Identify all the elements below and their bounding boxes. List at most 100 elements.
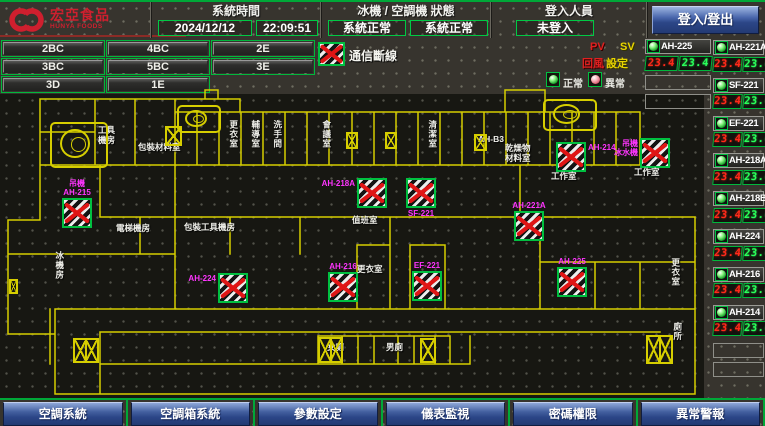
equipment-name: AH-216 xyxy=(729,269,760,280)
comm-fail-device-icon xyxy=(328,272,358,302)
equipment-name: AH-214 xyxy=(729,307,760,318)
nav-cell: 密碼權限 xyxy=(510,400,638,426)
comm-fail-device-icon xyxy=(218,273,248,303)
scada-screen: 宏亞食品 HUNYA FOODS 系統時間 2024/12/12 22:09:5… xyxy=(0,0,765,426)
led-glyph xyxy=(717,81,726,90)
equipment-row-SF-221[interactable]: SF-221 xyxy=(713,78,764,93)
equipment-values: 23.423.4 xyxy=(713,170,764,185)
nav-cell: 空調箱系統 xyxy=(128,400,256,426)
device-label: AH-214 xyxy=(588,143,616,152)
device-SF-221[interactable]: SF-221 xyxy=(406,178,436,208)
equipment-row-AH-214[interactable]: AH-214 xyxy=(713,305,764,320)
device-AH-218A[interactable]: AH-218A xyxy=(357,178,387,208)
equipment-row-AH-221A[interactable]: AH-221A xyxy=(713,40,764,55)
nav-button-儀表監視[interactable]: 儀表監視 xyxy=(386,402,506,426)
bottom-nav: 空調系統空調箱系統參數設定儀表監視密碼權限異常警報 xyxy=(0,398,765,426)
device-label: AH-225 xyxy=(558,257,586,266)
pv-value: 23.4 xyxy=(712,170,743,185)
equipment-values: 23.423.4 xyxy=(713,94,764,109)
equipment-name: SF-221 xyxy=(729,80,758,91)
equipment-empty-slot xyxy=(645,94,711,109)
comm-fail-device-icon xyxy=(556,142,586,172)
led-glyph xyxy=(717,156,726,165)
nav-button-密碼權限[interactable]: 密碼權限 xyxy=(513,402,633,426)
comm-fail-device-icon xyxy=(557,267,587,297)
equipment-name: AH-224 xyxy=(729,231,760,242)
led-glyph xyxy=(717,194,726,203)
device-AH-225[interactable]: AH-225 xyxy=(557,267,587,297)
device-冰水機[interactable]: 吊機冰水機 xyxy=(640,138,670,168)
equipment-row-AH-225[interactable]: AH-225 xyxy=(645,39,711,54)
device-label: AH-221A xyxy=(512,201,545,210)
equipment-values: 23.423.4 xyxy=(713,283,764,298)
sv-value: 23.4 xyxy=(743,170,765,185)
equipment-row-EF-221[interactable]: EF-221 xyxy=(713,116,764,131)
nav-cell: 儀表監視 xyxy=(383,400,511,426)
pv-value: 23.4 xyxy=(644,56,678,71)
equipment-led xyxy=(715,79,728,92)
pv-value: 23.4 xyxy=(712,132,743,147)
comm-fail-device-icon xyxy=(357,178,387,208)
equipment-led xyxy=(715,154,728,167)
pv-value: 23.4 xyxy=(712,246,743,261)
equipment-row-AH-218B[interactable]: AH-218B xyxy=(713,191,764,206)
led-glyph xyxy=(717,119,726,128)
equipment-row-AH-218A[interactable]: AH-218A xyxy=(713,153,764,168)
equipment-led xyxy=(715,41,728,54)
equipment-row-AH-224[interactable]: AH-224 xyxy=(713,229,764,244)
led-glyph xyxy=(717,308,726,317)
nav-button-異常警報[interactable]: 異常警報 xyxy=(641,402,761,426)
equipment-name: AH-221A xyxy=(729,42,765,53)
equipment-values: 23.423.4 xyxy=(713,246,764,261)
equipment-empty-slot xyxy=(713,343,764,358)
equipment-led xyxy=(647,40,660,53)
pv-value: 23.4 xyxy=(712,94,743,109)
sv-value: 23.4 xyxy=(743,208,765,223)
device-AH-216[interactable]: AH-216 xyxy=(328,272,358,302)
comm-fail-device-icon xyxy=(406,178,436,208)
equipment-values: 23.423.4 xyxy=(713,132,764,147)
comm-fail-device-icon xyxy=(514,211,544,241)
device-AH-221A[interactable]: AH-221A xyxy=(514,211,544,241)
device-AH-214[interactable]: AH-214 xyxy=(556,142,586,172)
comm-fail-device-icon xyxy=(62,198,92,228)
pv-value: 23.4 xyxy=(712,57,743,72)
led-glyph xyxy=(649,42,658,51)
led-glyph xyxy=(717,43,726,52)
nav-button-參數設定[interactable]: 參數設定 xyxy=(258,402,378,426)
device-EF-221[interactable]: EF-221 xyxy=(412,271,442,301)
nav-button-空調系統[interactable]: 空調系統 xyxy=(3,402,123,426)
device-label: EF-221 xyxy=(414,261,440,270)
pv-value: 23.4 xyxy=(712,283,743,298)
comm-fail-device-icon xyxy=(412,271,442,301)
equipment-name: AH-225 xyxy=(661,41,692,52)
equipment-led xyxy=(715,268,728,281)
equipment-led xyxy=(715,117,728,130)
sv-value: 23.4 xyxy=(743,94,765,109)
nav-cell: 異常警報 xyxy=(638,400,765,426)
sv-value: 23.4 xyxy=(743,321,765,336)
equipment-name: AH-218A xyxy=(729,155,765,166)
led-glyph xyxy=(717,270,726,279)
device-AH-215[interactable]: 吊機AH-215 xyxy=(62,198,92,228)
device-label: AH-216 xyxy=(329,262,357,271)
equipment-led xyxy=(715,306,728,319)
sv-value: 23.4 xyxy=(743,246,765,261)
sv-value: 23.4 xyxy=(743,283,765,298)
equipment-led xyxy=(715,230,728,243)
equipment-values: 23.423.4 xyxy=(645,56,711,71)
pv-value: 23.4 xyxy=(712,321,743,336)
sv-value: 23.4 xyxy=(743,132,765,147)
device-label: 吊機AH-215 xyxy=(63,179,91,197)
equipment-row-AH-216[interactable]: AH-216 xyxy=(713,267,764,282)
device-label: SF-221 xyxy=(408,209,434,218)
sv-value: 23.4 xyxy=(743,57,765,72)
equipment-empty-slot xyxy=(713,362,764,377)
pv-value: 23.4 xyxy=(712,208,743,223)
comm-fail-device-icon xyxy=(640,138,670,168)
device-AH-224[interactable]: AH-224 xyxy=(218,273,248,303)
equipment-name: AH-218B xyxy=(729,193,765,204)
nav-button-空調箱系統[interactable]: 空調箱系統 xyxy=(131,402,251,426)
device-label: 吊機冰水機 xyxy=(614,139,638,157)
equipment-led xyxy=(715,192,728,205)
